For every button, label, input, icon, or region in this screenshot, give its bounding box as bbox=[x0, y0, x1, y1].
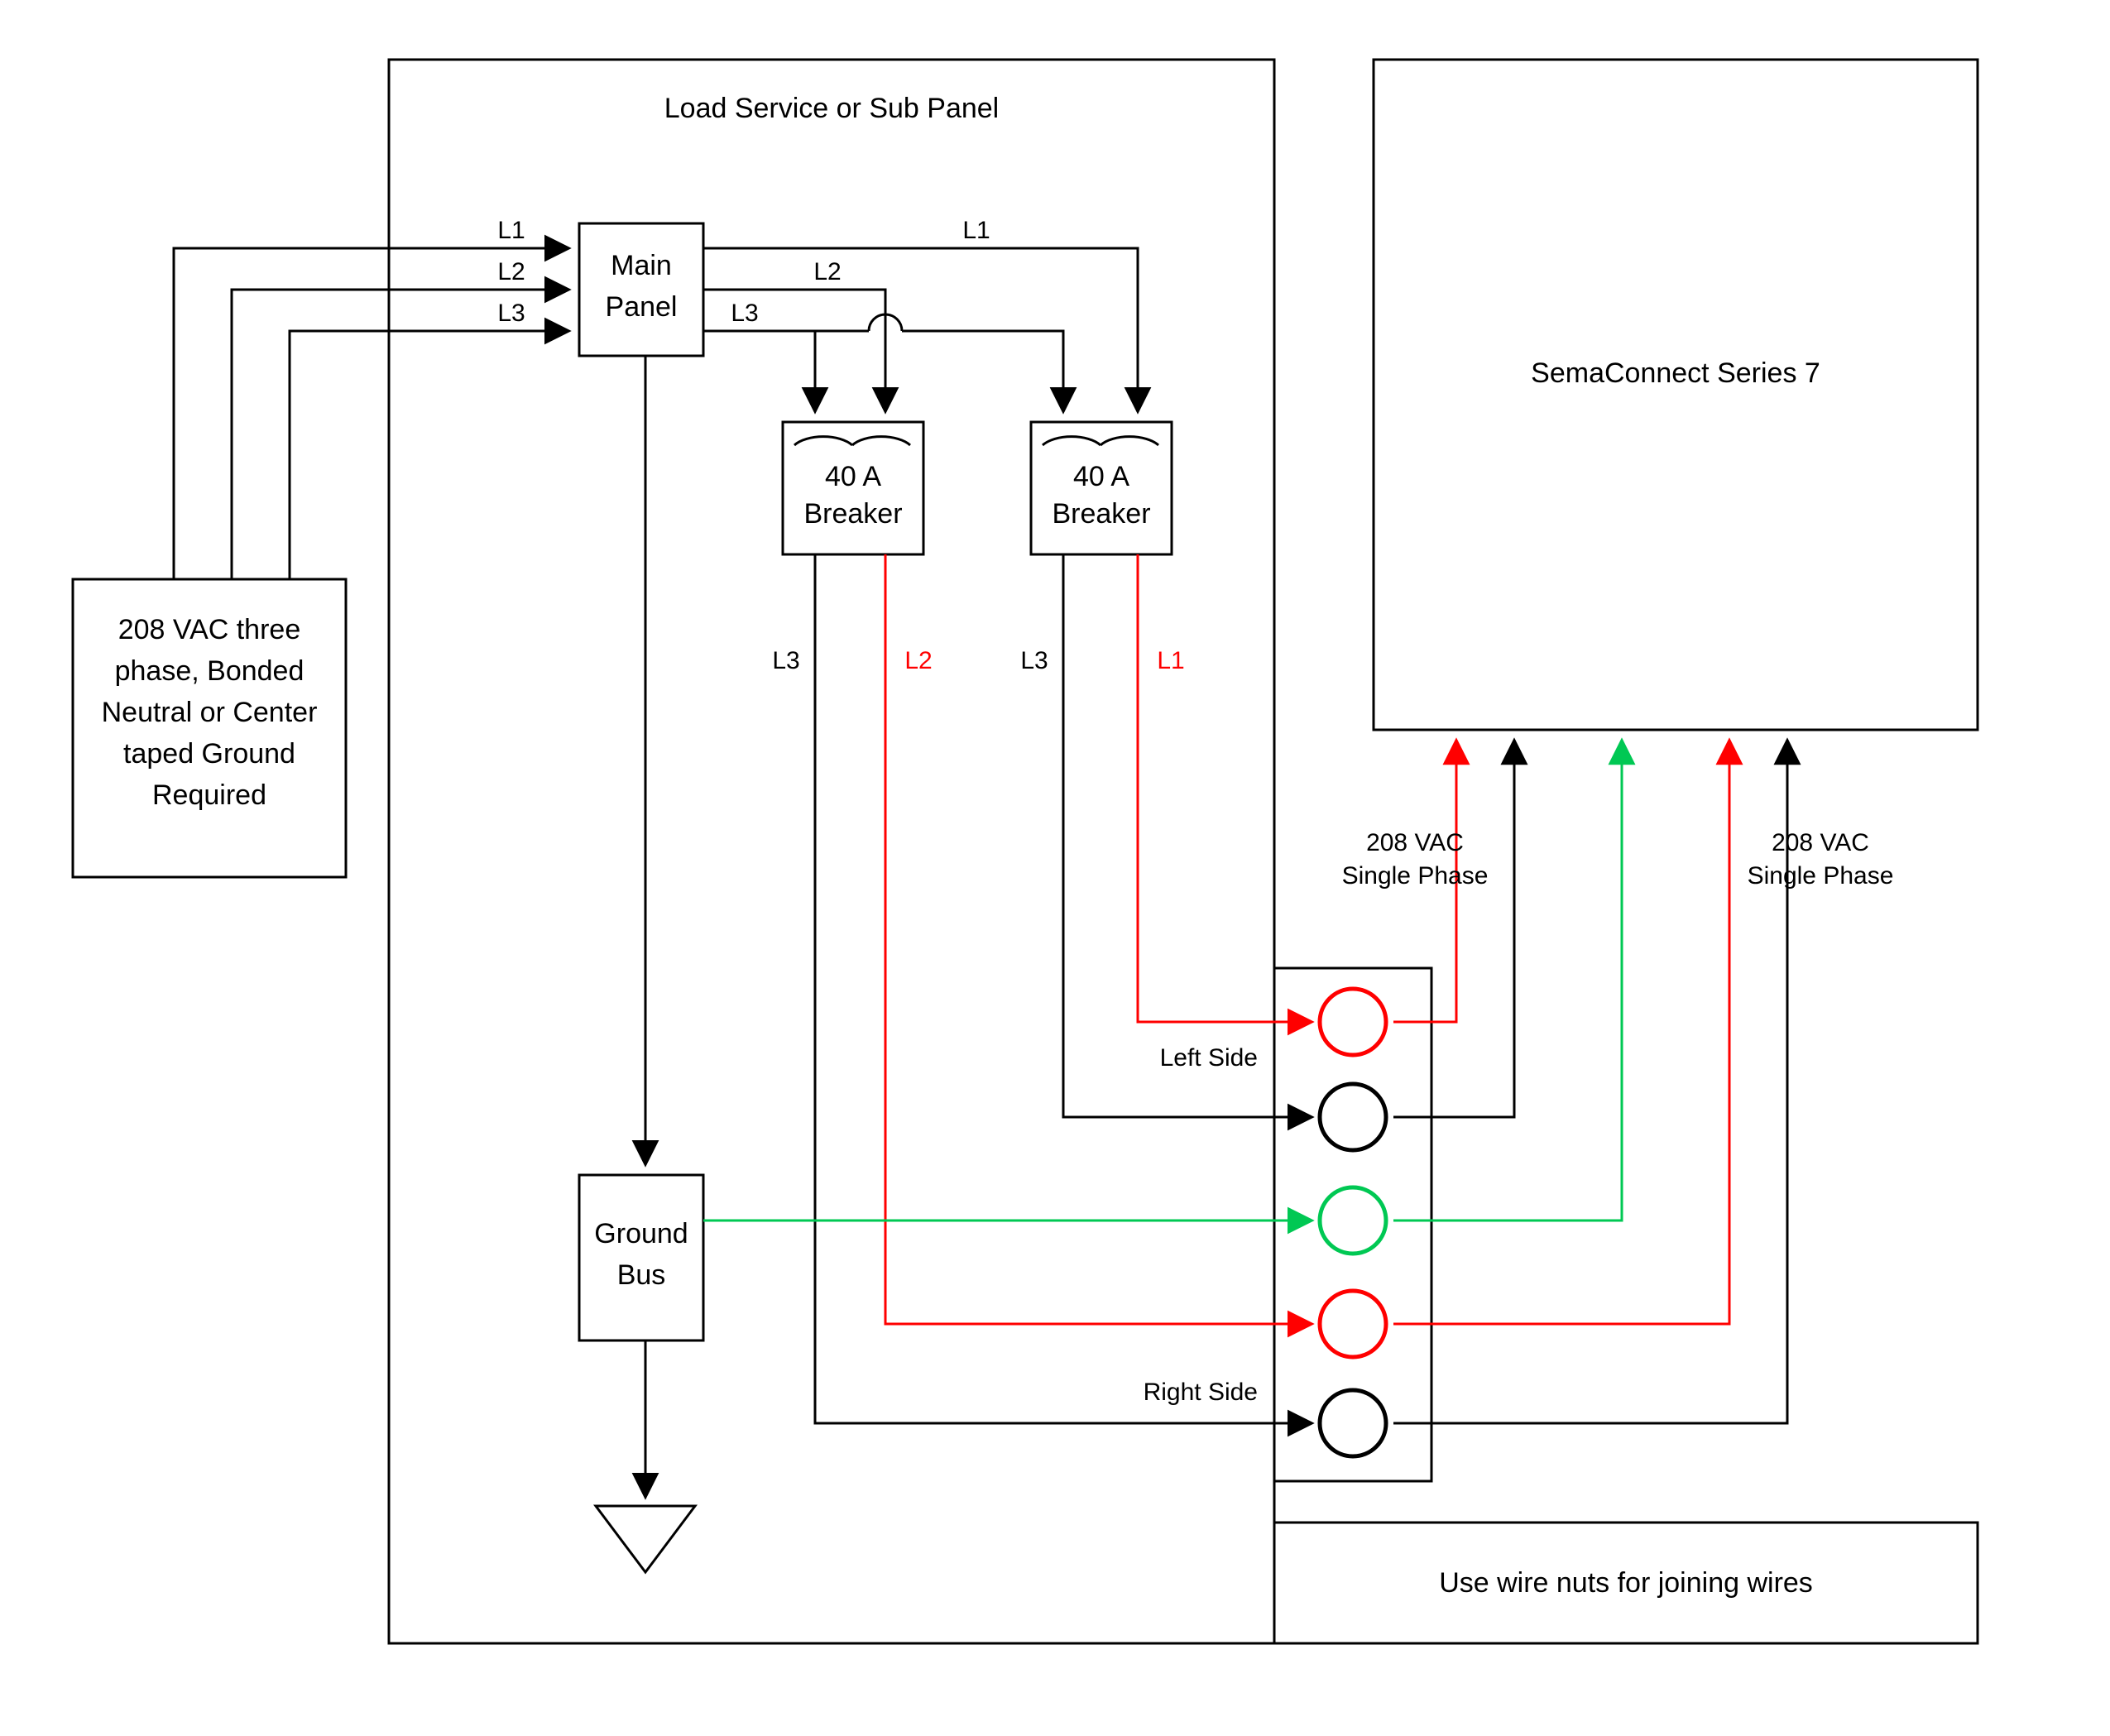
terminal-red-2 bbox=[1320, 1291, 1386, 1357]
source-line4: taped Ground bbox=[73, 736, 346, 772]
brk2-l1-label: L1 bbox=[1146, 645, 1196, 677]
wiring-diagram: Load Service or Sub Panel 208 VAC three … bbox=[0, 0, 2110, 1736]
panel-title: Load Service or Sub Panel bbox=[389, 91, 1274, 127]
brk1-l3-label: L3 bbox=[761, 645, 811, 677]
main-panel-l2: Panel bbox=[579, 290, 703, 325]
voltage-right-l2: Single Phase bbox=[1713, 861, 1928, 892]
wire-brk2-l1 bbox=[1138, 554, 1312, 1022]
wire-sema-black-left bbox=[1393, 740, 1514, 1117]
l3-in-label: L3 bbox=[487, 298, 536, 329]
source-line2: phase, Bonded bbox=[73, 654, 346, 689]
wire-l3-in bbox=[290, 331, 569, 579]
l1-out-label: L1 bbox=[952, 215, 1001, 247]
terminal-black-2 bbox=[1320, 1390, 1386, 1456]
terminal-red-1 bbox=[1320, 989, 1386, 1055]
source-line1: 208 VAC three bbox=[73, 612, 346, 648]
brk1-l2-label: L2 bbox=[894, 645, 943, 677]
wire-l2-in bbox=[232, 290, 569, 579]
l3-out-label: L3 bbox=[720, 298, 770, 329]
breaker-right-l1: 40 A bbox=[1031, 459, 1172, 495]
wire-l3-out-right bbox=[902, 331, 1063, 412]
semaconnect-box bbox=[1374, 60, 1978, 730]
breaker-right-l2: Breaker bbox=[1031, 496, 1172, 532]
brk2-l3-label: L3 bbox=[1009, 645, 1059, 677]
wire-sema-green bbox=[1393, 740, 1622, 1220]
l1-in-label: L1 bbox=[487, 215, 536, 247]
terminal-green bbox=[1320, 1187, 1386, 1254]
l2-in-label: L2 bbox=[487, 257, 536, 288]
ground-bus-l2: Bus bbox=[579, 1258, 703, 1293]
main-panel-l1: Main bbox=[579, 248, 703, 284]
ground-symbol bbox=[596, 1506, 695, 1572]
breaker-left-l1: 40 A bbox=[783, 459, 923, 495]
semaconnect-title: SemaConnect Series 7 bbox=[1374, 356, 1978, 391]
right-side-label: Right Side bbox=[1092, 1377, 1258, 1408]
source-line5: Required bbox=[73, 778, 346, 813]
wire-nuts-label: Use wire nuts for joining wires bbox=[1274, 1566, 1978, 1601]
l2-out-label: L2 bbox=[803, 257, 852, 288]
terminal-black-1 bbox=[1320, 1084, 1386, 1150]
voltage-right-l1: 208 VAC bbox=[1713, 827, 1928, 859]
left-side-label: Left Side bbox=[1092, 1043, 1258, 1074]
breaker-left-l2: Breaker bbox=[783, 496, 923, 532]
ground-bus-l1: Ground bbox=[579, 1216, 703, 1252]
voltage-left-l2: Single Phase bbox=[1307, 861, 1523, 892]
voltage-left-l1: 208 VAC bbox=[1307, 827, 1523, 859]
wire-brk1-l2 bbox=[885, 554, 1312, 1324]
terminal-block-box bbox=[1274, 968, 1431, 1481]
source-line3: Neutral or Center bbox=[73, 695, 346, 731]
